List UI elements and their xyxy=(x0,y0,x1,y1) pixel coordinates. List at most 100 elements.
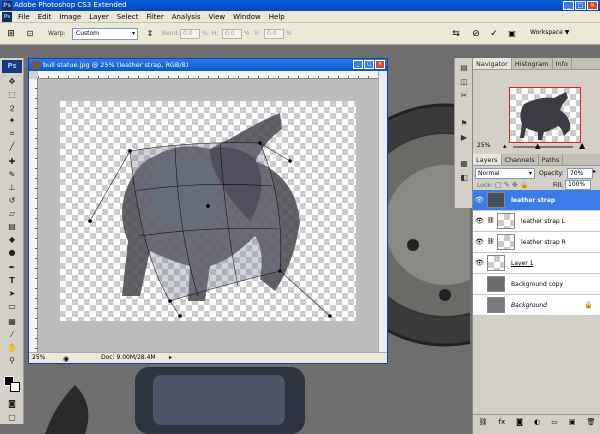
warp-toggle-icon[interactable]: ⊡ xyxy=(24,28,36,40)
transform-tool-icon[interactable]: ⊞ xyxy=(5,28,17,40)
layer-row[interactable]: 👁 Layer 1 xyxy=(473,253,600,274)
menu-edit[interactable]: Edit xyxy=(34,11,56,23)
eye-icon[interactable] xyxy=(475,280,484,289)
layer-name[interactable]: Background copy xyxy=(511,280,563,289)
layer-row[interactable]: 👁 leather strap xyxy=(473,190,600,211)
navigator-zoom-slider[interactable] xyxy=(513,146,573,148)
quick-mask-icon[interactable]: ◙ xyxy=(4,398,20,409)
bend-field[interactable]: 0.0 xyxy=(180,29,200,39)
history-brush-icon[interactable]: ↺ xyxy=(4,195,20,206)
commit-transform-icon[interactable]: ✓ xyxy=(488,28,500,40)
notes-icon[interactable]: ▦ xyxy=(4,316,20,327)
crop-icon[interactable]: ⌗ xyxy=(4,128,20,139)
fill-field[interactable]: 100% xyxy=(565,180,591,190)
h-field[interactable]: 0.0 xyxy=(222,29,242,39)
gradient-icon[interactable]: ▤ xyxy=(4,221,20,232)
document-canvas[interactable] xyxy=(60,101,356,321)
cancel-transform-icon[interactable]: ⊘ xyxy=(470,28,482,40)
status-menu-icon[interactable]: ◉ xyxy=(63,354,69,364)
tab-navigator[interactable]: Navigator xyxy=(473,58,512,69)
status-arrow-icon[interactable]: ▸ xyxy=(169,353,172,363)
layer-row[interactable]: 👁 ⛓ leather strap R xyxy=(473,232,600,253)
eyedropper-icon[interactable]: ⁄ xyxy=(4,329,20,340)
shape-icon[interactable]: ▭ xyxy=(4,301,20,312)
layer-name[interactable]: leather strap xyxy=(511,196,555,205)
zoom-icon[interactable]: ⚲ xyxy=(4,355,20,366)
adjustment-layer-icon[interactable]: ◐ xyxy=(534,418,540,426)
brushes-icon[interactable]: ▤ xyxy=(458,62,470,73)
switch-mode-icon[interactable]: ⇆ xyxy=(450,28,462,40)
eye-icon[interactable]: 👁 xyxy=(475,196,484,205)
vertical-scrollbar[interactable] xyxy=(378,71,387,352)
opacity-arrow-icon[interactable]: ▸ xyxy=(593,168,596,175)
slice-icon[interactable]: ╱ xyxy=(4,141,20,152)
styles-icon[interactable]: ◧ xyxy=(458,172,470,183)
history-icon[interactable]: ⚑ xyxy=(458,118,470,129)
doc-minimize-icon[interactable]: _ xyxy=(353,60,363,69)
swatches-icon[interactable]: ▦ xyxy=(458,158,470,169)
horizontal-ruler[interactable] xyxy=(38,71,378,79)
link-layers-icon[interactable]: ⛓ xyxy=(479,418,488,426)
document-titlebar[interactable]: bull statue.jpg @ 25% (leather strap, RG… xyxy=(29,59,387,71)
menu-select[interactable]: Select xyxy=(113,11,143,23)
layer-name[interactable]: leather strap R xyxy=(521,238,566,247)
eye-icon[interactable]: 👁 xyxy=(475,259,484,268)
layer-row[interactable]: Background copy xyxy=(473,274,600,295)
tab-histogram[interactable]: Histogram xyxy=(512,58,553,69)
tab-layers[interactable]: Layers xyxy=(473,154,502,165)
lock-options-icon[interactable]: □ ✎ ✥ 🔒 xyxy=(495,181,529,189)
magic-wand-icon[interactable]: ✦ xyxy=(4,115,20,126)
v-field[interactable]: 0.0 xyxy=(264,29,284,39)
warp-style-select[interactable]: Custom ▾ xyxy=(72,28,138,40)
move-icon[interactable]: ✥ xyxy=(4,76,20,87)
doc-maximize-icon[interactable]: □ xyxy=(364,60,374,69)
menu-analysis[interactable]: Analysis xyxy=(168,11,205,23)
brush-icon[interactable]: ✎ xyxy=(4,169,20,180)
hand-icon[interactable]: ✋ xyxy=(4,342,20,353)
layer-name[interactable]: leather strap L xyxy=(521,217,565,226)
maximize-icon[interactable]: □ xyxy=(575,1,586,10)
layer-comps-icon[interactable]: ✂ xyxy=(458,90,470,101)
background-color-swatch[interactable] xyxy=(10,382,20,392)
workspace-menu[interactable]: Workspace ▼ xyxy=(530,29,569,36)
text-icon[interactable]: T xyxy=(4,275,20,286)
lasso-icon[interactable]: ϩ xyxy=(4,102,20,113)
blur-icon[interactable]: ◆ xyxy=(4,234,20,245)
ps-menu-icon[interactable]: Ps xyxy=(2,11,12,22)
layer-name[interactable]: Layer 1 xyxy=(511,259,533,268)
menu-help[interactable]: Help xyxy=(265,11,289,23)
pen-icon[interactable]: ✒ xyxy=(4,262,20,273)
menu-file[interactable]: File xyxy=(14,11,34,23)
menu-window[interactable]: Window xyxy=(229,11,265,23)
tool-presets-icon[interactable]: ◫ xyxy=(458,76,470,87)
layer-style-icon[interactable]: fx xyxy=(498,418,505,426)
blend-mode-select[interactable]: Normal ▾ xyxy=(475,168,535,179)
menu-filter[interactable]: Filter xyxy=(142,11,167,23)
new-group-icon[interactable]: ▭ xyxy=(551,418,558,426)
eye-icon[interactable]: 👁 xyxy=(475,238,484,247)
eye-icon[interactable]: 👁 xyxy=(475,217,484,226)
navigator-zoom[interactable]: 25% xyxy=(477,142,490,149)
vertical-ruler[interactable] xyxy=(29,79,38,352)
warp-orientation-icon[interactable]: ⇕ xyxy=(144,28,156,40)
close-icon[interactable]: × xyxy=(587,1,598,10)
stamp-icon[interactable]: ⊥ xyxy=(4,182,20,193)
opacity-field[interactable]: 70% xyxy=(567,168,593,179)
tab-channels[interactable]: Channels xyxy=(502,154,539,165)
delete-layer-icon[interactable]: 🗑 xyxy=(587,418,596,426)
workspace-icon[interactable]: ▣ xyxy=(506,28,518,40)
layer-row[interactable]: Background 🔒 xyxy=(473,295,600,316)
zoom-out-icon[interactable]: ▴ xyxy=(503,142,507,150)
marquee-icon[interactable]: ⬚ xyxy=(4,89,20,100)
menu-image[interactable]: Image xyxy=(55,11,85,23)
actions-icon[interactable]: ▶ xyxy=(458,132,470,143)
dodge-icon[interactable]: ● xyxy=(4,247,20,258)
menu-layer[interactable]: Layer xyxy=(85,11,113,23)
zoom-slider-handle-icon[interactable]: ▲ xyxy=(535,142,540,150)
zoom-level[interactable]: 25% xyxy=(32,353,45,363)
tab-info[interactable]: Info xyxy=(553,58,572,69)
doc-close-icon[interactable]: × xyxy=(375,60,385,69)
zoom-in-icon[interactable]: ▲ xyxy=(579,141,585,150)
path-select-icon[interactable]: ➤ xyxy=(4,288,20,299)
layer-row[interactable]: 👁 ⛓ leather strap L xyxy=(473,211,600,232)
